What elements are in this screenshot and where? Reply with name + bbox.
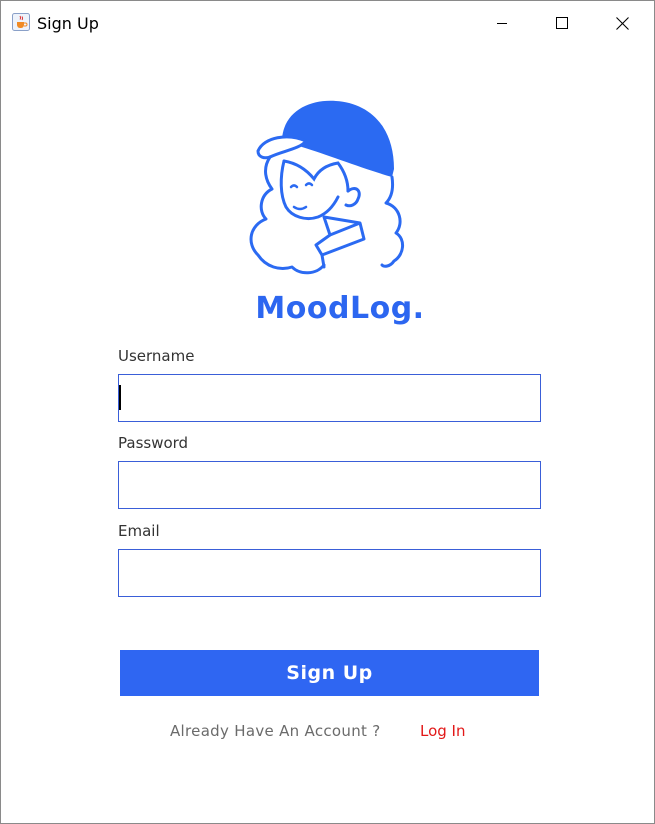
username-field[interactable] xyxy=(118,374,541,422)
close-button[interactable] xyxy=(593,1,651,45)
girl-with-cap-illustration xyxy=(249,100,404,275)
title-bar[interactable]: Sign Up xyxy=(1,1,654,45)
login-link[interactable]: Log In xyxy=(420,722,466,740)
have-account-prompt: Already Have An Account ? xyxy=(170,722,381,740)
email-label: Email xyxy=(118,522,160,540)
close-icon xyxy=(615,16,629,30)
minimize-button[interactable] xyxy=(473,1,531,45)
maximize-button[interactable] xyxy=(533,1,591,45)
email-field[interactable] xyxy=(118,549,541,597)
signup-window: Sign Up MoodLog. Username Password Email… xyxy=(0,0,655,824)
minimize-icon xyxy=(497,23,507,24)
signup-button[interactable]: Sign Up xyxy=(120,650,539,696)
window-title: Sign Up xyxy=(37,14,99,33)
username-label: Username xyxy=(118,347,195,365)
password-label: Password xyxy=(118,434,189,452)
password-field[interactable] xyxy=(118,461,541,509)
text-caret xyxy=(119,385,121,410)
maximize-icon xyxy=(556,17,568,29)
java-cup-icon xyxy=(12,13,30,31)
brand-title: MoodLog. xyxy=(255,291,425,326)
